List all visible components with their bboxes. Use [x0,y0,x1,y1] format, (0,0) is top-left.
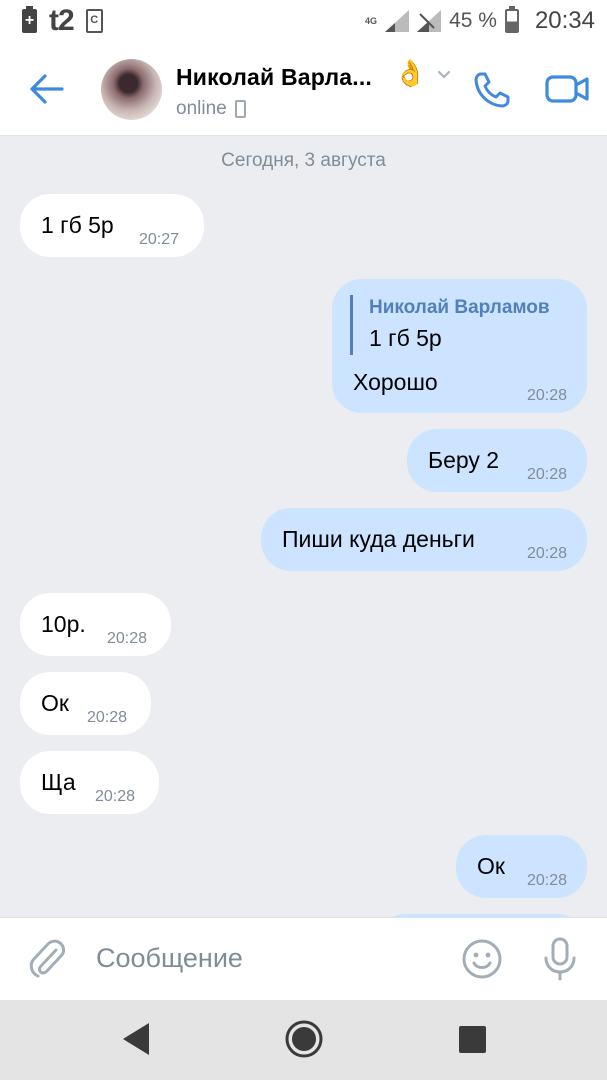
mobile-device-icon [234,100,246,118]
signal-icon-2 [417,10,442,32]
message-time: 20:27 [139,231,180,248]
message-text: Хорошо [353,369,438,395]
nav-home-icon[interactable] [284,1019,324,1059]
sim-icon: C [85,9,103,33]
message-list[interactable]: Сегодня, 3 августа 1 гб 5р 20:27 Николай… [0,137,607,917]
message-input[interactable] [96,940,436,976]
quote-text: 1 гб 5р [369,325,442,351]
message-bubble-outgoing[interactable]: Пиши куда деньги 20:28 [261,508,587,571]
message-time: 20:28 [95,788,136,805]
signal-icon [385,10,410,32]
microphone-icon[interactable] [541,936,579,982]
reply-quote[interactable]: Николай Варламов 1 гб 5р [350,295,550,355]
carrier-label: t2 [49,4,75,37]
chevron-down-icon[interactable] [437,70,451,80]
message-bubble-incoming[interactable]: Ок 20:28 [20,672,151,735]
phone-icon[interactable] [472,70,512,110]
message-bubble-incoming[interactable]: 1 гб 5р 20:27 [20,194,204,257]
message-time: 20:28 [87,709,128,726]
message-text: Ща [41,769,76,795]
battery-percent: 45 % [449,9,497,32]
network-type: 4G [365,16,378,26]
arrow-left-icon[interactable] [28,72,66,106]
date-divider: Сегодня, 3 августа [221,150,386,171]
message-text: Ок [477,853,505,879]
message-time: 20:28 [526,466,567,483]
message-time: 20:28 [526,872,567,889]
avatar[interactable] [101,59,162,120]
status-text: online [176,98,227,119]
message-text: Пиши куда деньги [282,526,475,552]
smile-icon[interactable] [461,938,503,980]
battery-icon [504,6,519,33]
contact-emoji: 👌 [394,58,427,88]
quote-author: Николай Варламов [369,297,550,318]
message-bubble-outgoing[interactable]: Беру 2 20:28 [407,429,587,492]
paperclip-icon[interactable] [28,938,68,980]
message-bubble-incoming[interactable]: 10р. 20:28 [20,593,171,656]
system-nav-bar [0,1000,607,1080]
message-time: 20:28 [107,630,148,647]
message-text: 10р. [41,611,86,637]
battery-saver-icon [22,6,37,33]
nav-back-icon[interactable] [121,1021,151,1057]
message-text: Беру 2 [428,447,500,473]
message-composer [0,917,607,1000]
message-time: 20:28 [526,545,567,562]
contact-status: online [176,98,246,120]
video-camera-icon[interactable] [545,72,589,106]
chat-header: Николай Варла... 👌 online [0,42,607,136]
status-bar: t2 C 4G 45 % 20:34 [0,0,607,42]
message-text: Ок [41,690,69,716]
message-text: 1 гб 5р [41,212,114,238]
message-bubble-outgoing[interactable]: Николай Варламов 1 гб 5р Хорошо 20:28 [332,279,587,413]
contact-name[interactable]: Николай Варла... [176,64,372,91]
message-bubble-incoming[interactable]: Ща 20:28 [20,751,159,814]
status-clock: 20:34 [534,7,595,34]
message-time: 20:28 [526,387,567,404]
nav-recents-icon[interactable] [459,1026,486,1053]
message-bubble-outgoing[interactable]: Ок 20:28 [456,835,587,898]
